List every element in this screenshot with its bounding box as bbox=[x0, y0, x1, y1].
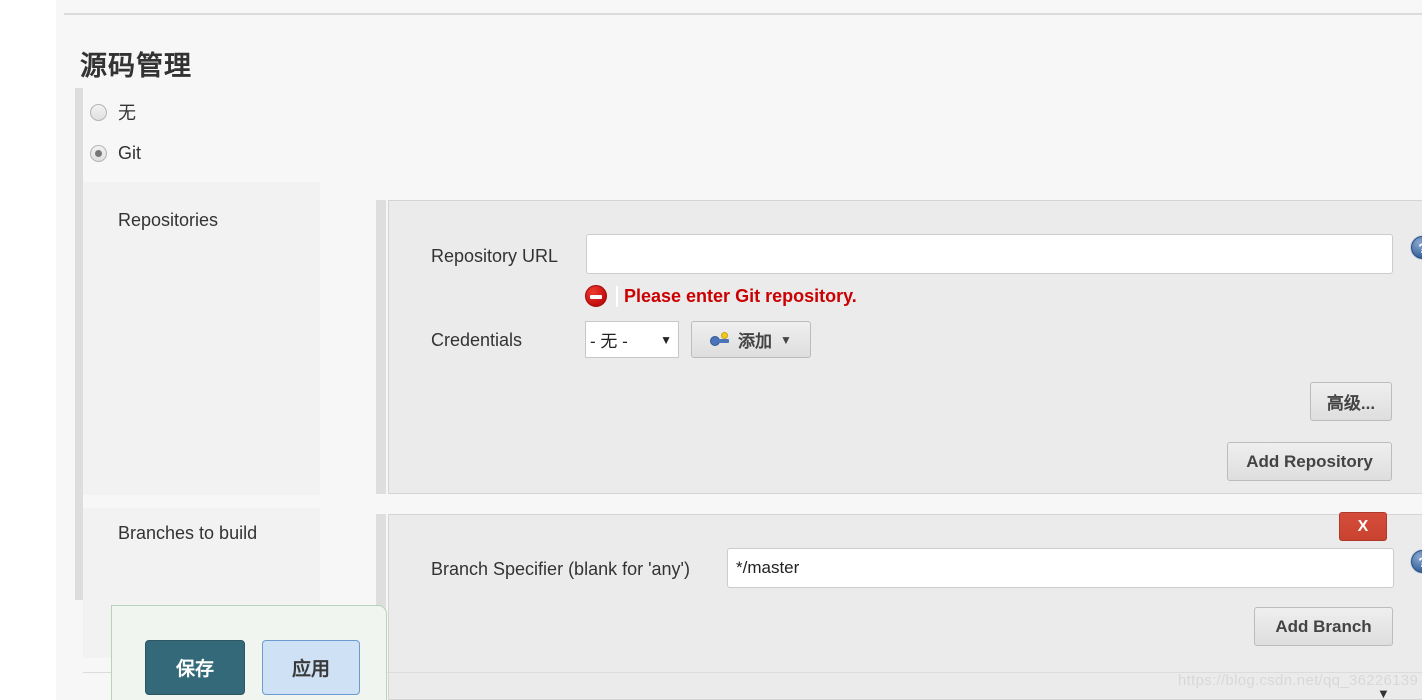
credentials-label: Credentials bbox=[431, 330, 523, 350]
radio-git[interactable] bbox=[90, 145, 107, 162]
branch-specifier-input[interactable] bbox=[727, 548, 1394, 588]
key-icon bbox=[710, 331, 730, 347]
scm-option-git-label: Git bbox=[118, 143, 142, 163]
add-credentials-button[interactable]: 添加 ▼ bbox=[691, 321, 811, 358]
apply-button[interactable]: 应用 bbox=[262, 640, 360, 695]
radio-none[interactable] bbox=[90, 103, 107, 121]
save-button[interactable]: 保存 bbox=[145, 640, 245, 695]
repositories-section-label: Repositories bbox=[118, 210, 219, 230]
page-title: 源码管理 bbox=[80, 51, 192, 82]
repository-url-error-text: Please enter Git repository. bbox=[616, 285, 857, 307]
scm-config-page: 源码管理 无 Git Repositories Branches to buil… bbox=[56, 0, 1422, 700]
chevron-down-icon: ▼ bbox=[780, 332, 792, 347]
scm-option-git[interactable]: Git bbox=[90, 143, 141, 164]
repositories-panel-handle bbox=[376, 200, 386, 494]
error-stop-icon bbox=[585, 285, 607, 307]
form-indent-guide bbox=[75, 88, 83, 600]
screenshot-root: 源码管理 无 Git Repositories Branches to buil… bbox=[0, 0, 1422, 700]
repository-url-input[interactable] bbox=[586, 234, 1393, 274]
branch-specifier-label: Branch Specifier (blank for 'any') bbox=[431, 559, 690, 579]
add-repository-button[interactable]: Add Repository bbox=[1227, 442, 1392, 481]
bottom-chevron-down-icon: ▼ bbox=[1377, 686, 1390, 700]
repository-url-error: Please enter Git repository. bbox=[585, 285, 857, 307]
delete-branch-button[interactable]: X bbox=[1339, 512, 1387, 541]
credentials-select[interactable]: - 无 - ▼ bbox=[585, 321, 679, 358]
scm-option-none-label: 无 bbox=[118, 103, 136, 123]
chevron-down-icon: ▼ bbox=[660, 332, 672, 347]
top-divider bbox=[64, 13, 1422, 15]
branches-section-label: Branches to build bbox=[118, 523, 258, 543]
scm-option-none[interactable]: 无 bbox=[90, 99, 136, 125]
credentials-selected-value: - 无 - bbox=[590, 332, 628, 351]
add-branch-button[interactable]: Add Branch bbox=[1254, 607, 1393, 646]
advanced-button[interactable]: 高级... bbox=[1310, 382, 1392, 421]
add-credentials-label: 添加 bbox=[738, 332, 773, 351]
repository-url-label: Repository URL bbox=[431, 246, 559, 266]
